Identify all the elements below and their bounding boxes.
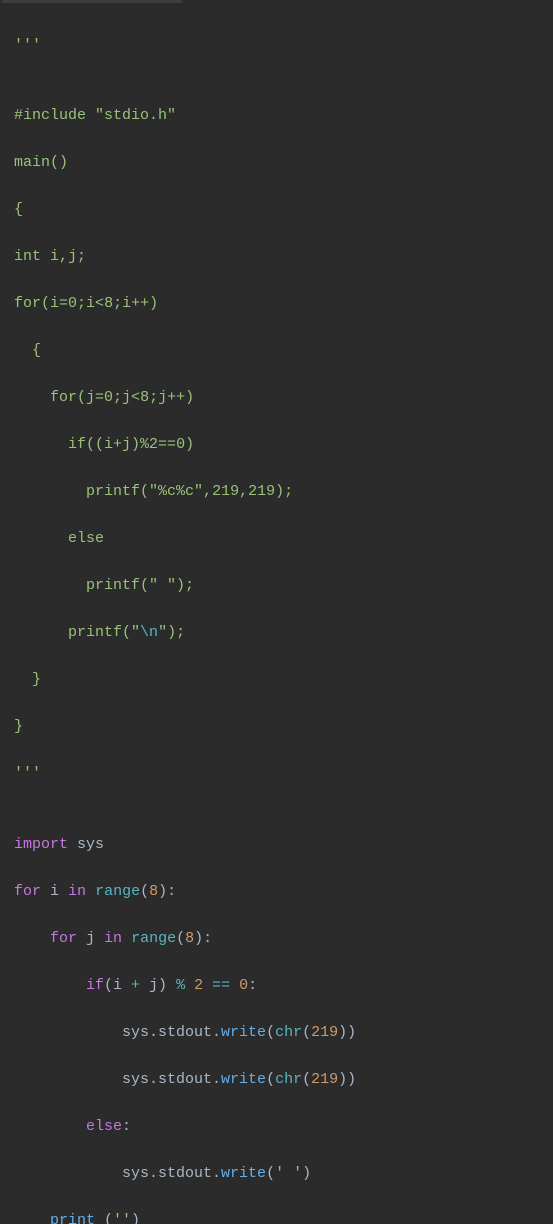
code-line: printf("%c%c",219,219); (14, 480, 553, 504)
in-keyword: in (68, 883, 86, 900)
docstring-end: ''' (14, 765, 41, 782)
active-tab-indicator[interactable] (2, 0, 182, 3)
write-method: write (221, 1071, 266, 1088)
for-keyword: for (14, 883, 41, 900)
code-line: printf("\n"); (14, 621, 553, 645)
code-line: for i in range(8): (14, 880, 553, 904)
code-line: #include "stdio.h" (14, 104, 553, 128)
chr-builtin: chr (275, 1071, 302, 1088)
range-builtin: range (95, 883, 140, 900)
write-method: write (221, 1165, 266, 1182)
escape-newline: \n (140, 624, 158, 641)
code-line: if(i + j) % 2 == 0: (14, 974, 553, 998)
include-header: "stdio.h" (95, 107, 176, 124)
for-keyword: for (14, 930, 77, 947)
code-line: for j in range(8): (14, 927, 553, 951)
code-line: ''' (14, 34, 553, 58)
code-line: ''' (14, 762, 553, 786)
code-line: } (14, 715, 553, 739)
code-editor[interactable]: ''' #include "stdio.h" main() { int i,j;… (0, 6, 553, 1224)
code-line: printf(" "); (14, 574, 553, 598)
chr-builtin: chr (275, 1024, 302, 1041)
code-line: else: (14, 1115, 553, 1139)
write-method: write (221, 1024, 266, 1041)
code-line: print ('') (14, 1209, 553, 1224)
code-line: for(i=0;i<8;i++) (14, 292, 553, 316)
code-line: sys.stdout.write(' ') (14, 1162, 553, 1186)
range-builtin: range (131, 930, 176, 947)
import-keyword: import (14, 836, 68, 853)
code-line: } (14, 668, 553, 692)
if-keyword: if (14, 977, 104, 994)
print-builtin: print (14, 1212, 95, 1224)
code-line: if((i+j)%2==0) (14, 433, 553, 457)
docstring-start: ''' (14, 37, 41, 54)
else-keyword: else (14, 1118, 122, 1135)
in-keyword: in (104, 930, 122, 947)
main-decl: main() (14, 154, 68, 171)
code-line: for(j=0;j<8;j++) (14, 386, 553, 410)
code-line: int i,j; (14, 245, 553, 269)
code-line: main() (14, 151, 553, 175)
include-directive: #include (14, 107, 95, 124)
code-line: { (14, 339, 553, 363)
code-line: sys.stdout.write(chr(219)) (14, 1068, 553, 1092)
code-line: else (14, 527, 553, 551)
code-line: import sys (14, 833, 553, 857)
code-line: sys.stdout.write(chr(219)) (14, 1021, 553, 1045)
code-line: { (14, 198, 553, 222)
